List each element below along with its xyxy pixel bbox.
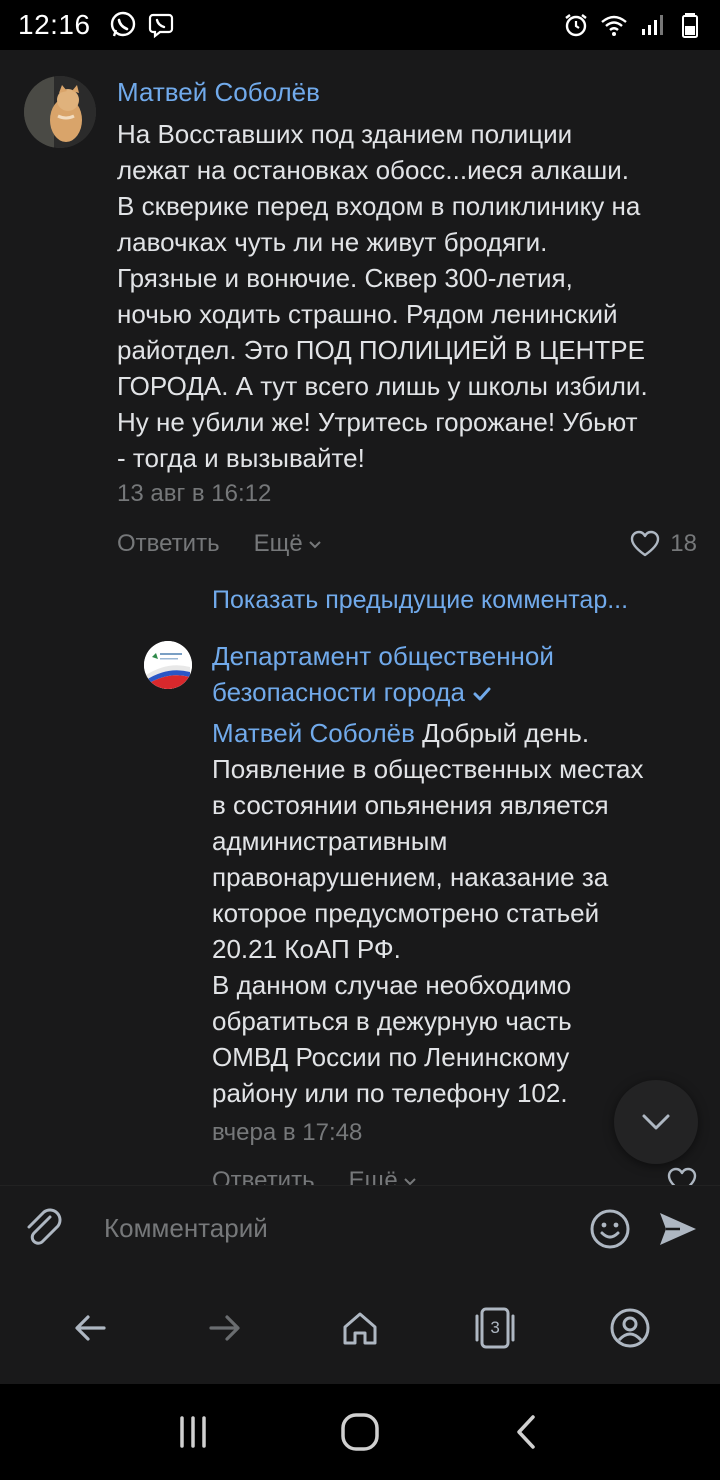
profile-button[interactable] [600, 1298, 660, 1358]
reply-author[interactable]: Департамент общественной безопасности го… [212, 638, 682, 710]
more-button[interactable]: Ещё [349, 1167, 418, 1185]
tabs-count: 3 [490, 1317, 500, 1337]
arrow-left-icon [74, 1314, 106, 1341]
viber-icon [148, 13, 173, 39]
cat-photo-image [24, 76, 96, 148]
arrow-right-icon [209, 1314, 240, 1341]
home-button[interactable] [330, 1298, 390, 1358]
chevron-down-icon [642, 1114, 670, 1130]
whatsapp-icon [110, 11, 135, 37]
forward-button[interactable] [195, 1298, 255, 1358]
comment-compose-bar [0, 1185, 720, 1271]
status-bar: 12:16 [0, 0, 720, 50]
avatar[interactable] [144, 641, 192, 689]
tabs-button[interactable]: 3 [465, 1298, 525, 1358]
like-button[interactable]: 18 [630, 530, 697, 558]
user-icon [610, 1308, 650, 1347]
chevron-down-icon [308, 541, 321, 549]
comment-author[interactable]: Матвей Соболёв [117, 77, 320, 108]
comment-actions: Ответить Ещё 18 [117, 526, 697, 562]
back-chevron-icon[interactable] [507, 1412, 547, 1452]
reply-date: вчера в 17:48 [212, 1119, 363, 1146]
reply-button[interactable]: Ответить [212, 1167, 315, 1185]
comment-date: 13 авг в 16:12 [117, 480, 272, 507]
heart-icon [631, 530, 660, 557]
department-logo-image [144, 641, 192, 689]
signal-icon [642, 15, 663, 35]
comment-text: На Восставших под зданием полиции лежат … [117, 119, 648, 473]
more-label: Ещё [253, 530, 303, 557]
reply-button[interactable]: Ответить [117, 530, 220, 558]
battery-icon [682, 13, 698, 38]
reply-body: Добрый день. Появление в общественных ме… [212, 718, 644, 1108]
more-button[interactable]: Ещё [254, 530, 323, 558]
comments-feed[interactable]: Матвей Соболёв На Восставших под зданием… [0, 50, 720, 1185]
attach-icon[interactable] [20, 1205, 68, 1253]
wifi-icon [601, 15, 627, 36]
system-nav-bar [0, 1384, 720, 1480]
send-icon[interactable] [656, 1207, 700, 1251]
like-button[interactable] [667, 1167, 697, 1185]
chevron-down-icon [403, 1178, 416, 1185]
reply-text: Матвей Соболёв Добрый день. Появление в … [212, 715, 702, 1111]
like-count: 18 [670, 530, 697, 557]
heart-icon [667, 1167, 697, 1185]
recent-apps-icon[interactable] [173, 1412, 213, 1452]
scroll-down-button[interactable] [614, 1080, 698, 1164]
home-icon [343, 1312, 377, 1344]
browser-toolbar: 3 [0, 1271, 720, 1384]
more-label: Ещё [348, 1167, 398, 1185]
reply-actions: Ответить Ещё [212, 1163, 697, 1185]
status-time: 12:16 [18, 9, 91, 40]
reply-mention-link[interactable]: Матвей Соболёв [212, 718, 415, 748]
back-button[interactable] [60, 1298, 120, 1358]
verified-icon [473, 687, 491, 701]
reply-author-name: Департамент общественной безопасности го… [212, 641, 554, 707]
avatar[interactable] [24, 76, 96, 148]
home-circle-icon[interactable] [338, 1410, 382, 1454]
comment-input[interactable] [104, 1213, 588, 1244]
alarm-icon [565, 14, 587, 37]
show-previous-comments-link[interactable]: Показать предыдущие комментар... [212, 586, 702, 615]
emoji-icon[interactable] [588, 1207, 632, 1251]
